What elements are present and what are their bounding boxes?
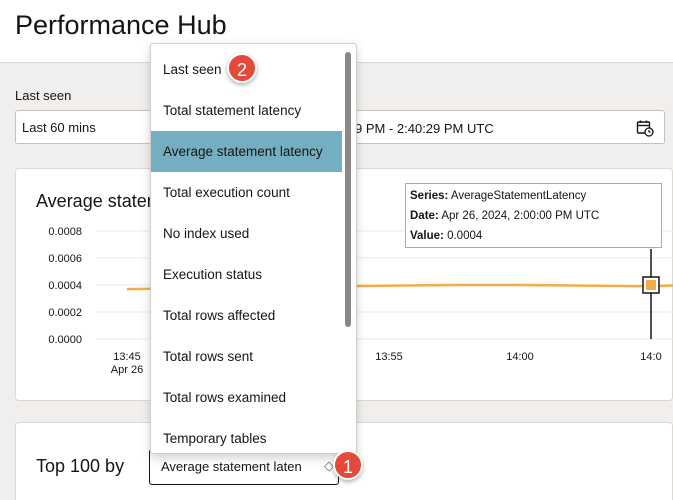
tooltip-value-label: Value: — [410, 230, 444, 242]
dropdown-option[interactable]: Total statement latency — [151, 90, 342, 131]
dropdown-scrollbar[interactable] — [345, 52, 351, 327]
metric-dropdown-list[interactable]: Last seen Total statement latency Average … — [150, 43, 357, 454]
y-tick-label: 0.0000 — [48, 334, 82, 346]
x-tick-label: 13:45 — [113, 351, 141, 363]
dropdown-option[interactable]: Total rows sent — [151, 336, 342, 377]
x-tick-label: 14:00 — [506, 351, 534, 363]
x-tick-label: 14:0 — [640, 351, 661, 363]
dropdown-option[interactable]: Execution status — [151, 254, 342, 295]
top-by-label: Top 100 by — [36, 456, 125, 476]
top-by-select[interactable]: Average statement laten — [149, 449, 339, 485]
y-tick-label: 0.0008 — [48, 226, 82, 238]
tooltip-series-label: Series: — [410, 190, 449, 202]
calendar-clock-icon[interactable] — [636, 119, 654, 137]
tooltip-value-value: 0.0004 — [447, 230, 483, 242]
dropdown-option[interactable]: Total rows affected — [151, 295, 342, 336]
tooltip-value-row: Value: 0.0004 — [410, 228, 657, 248]
performance-hub-page: Performance Hub Last seen Last 60 mins 9… — [0, 0, 673, 500]
annotation-badge-2: 2 — [227, 53, 257, 83]
highlight-marker[interactable] — [646, 280, 656, 290]
dropdown-option[interactable]: No index used — [151, 213, 342, 254]
tooltip-series-row: Series: AverageStatementLatency — [410, 188, 657, 208]
date-range-input[interactable]: 9 PM - 2:40:29 PM UTC — [340, 110, 665, 144]
last-seen-label: Last seen — [15, 88, 72, 103]
tooltip-series-value: AverageStatementLatency — [450, 190, 587, 202]
dropdown-option[interactable]: Total rows examined — [151, 377, 342, 418]
annotation-badge-1: 1 — [333, 450, 363, 480]
page-title: Performance Hub — [15, 10, 227, 40]
dropdown-option[interactable]: Total execution count — [151, 172, 342, 213]
tooltip-date-row: Date: Apr 26, 2024, 2:00:00 PM UTC — [410, 208, 657, 228]
dropdown-option[interactable]: Temporary tables — [151, 418, 342, 453]
x-tick-label: Apr 26 — [111, 364, 143, 376]
y-tick-label: 0.0006 — [48, 253, 82, 265]
dropdown-option[interactable]: Average statement latency — [151, 131, 342, 172]
date-range-text: 9 PM - 2:40:29 PM UTC — [355, 121, 494, 136]
tooltip-date-value: Apr 26, 2024, 2:00:00 PM UTC — [441, 210, 600, 222]
tooltip-date-label: Date: — [410, 210, 439, 222]
y-tick-label: 0.0002 — [48, 307, 82, 319]
x-tick-label: 13:55 — [375, 351, 403, 363]
chart-tooltip: Series: AverageStatementLatency Date: Ap… — [405, 183, 662, 248]
y-tick-label: 0.0004 — [48, 280, 82, 292]
